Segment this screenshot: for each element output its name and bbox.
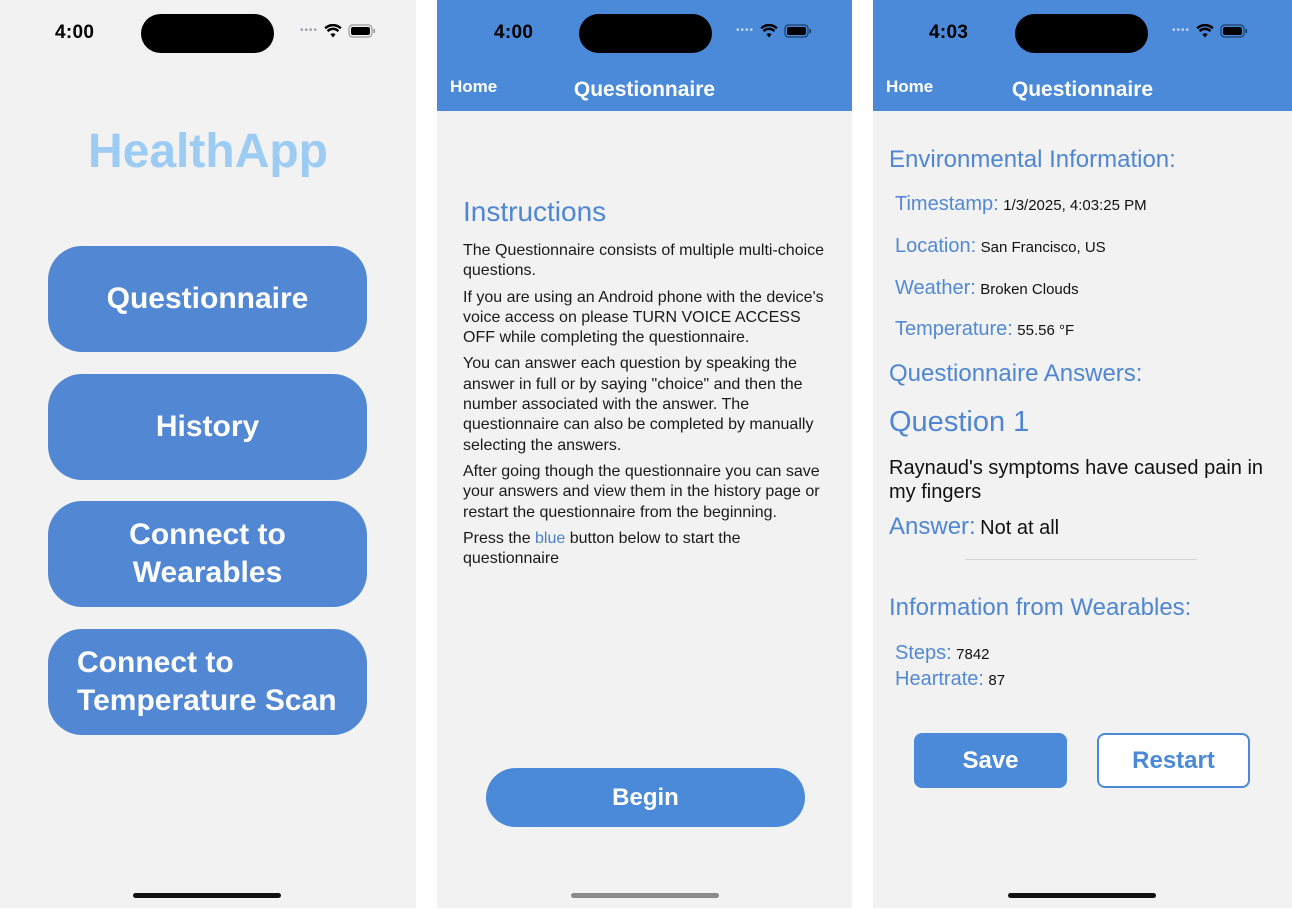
heartrate-value: 87 [988,672,1006,689]
weather-row: Weather: Broken Clouds [895,277,1079,300]
wearables-info-heading: Information from Wearables: [889,594,1192,621]
steps-row: Steps: 7842 [895,642,990,665]
status-time: 4:00 [494,22,534,43]
questionnaire-answers-heading: Questionnaire Answers: [889,360,1143,387]
battery-icon [784,24,812,38]
battery-icon [1220,24,1248,38]
timestamp-row: Timestamp: 1/3/2025, 4:03:25 PM [895,193,1147,216]
temperature-value: 55.56 °F [1017,322,1075,339]
nav-bar: 4:03 •••• Home Questionnaire [873,0,1292,111]
nav-bar: 4:00 •••• Home Questionnaire [437,0,852,111]
timestamp-value: 1/3/2025, 4:03:25 PM [1003,197,1147,214]
home-indicator [1008,893,1156,898]
status-time: 4:03 [929,22,969,43]
signal-dots-icon: •••• [736,25,755,36]
history-button[interactable]: History [48,374,367,480]
weather-label: Weather: [895,277,976,299]
questionnaire-button[interactable]: Questionnaire [48,246,367,352]
heartrate-row: Heartrate: 87 [895,668,1005,691]
divider [965,559,1197,560]
wifi-icon [760,24,778,38]
connect-wearables-button[interactable]: Connect to Wearables [48,501,367,607]
heartrate-label: Heartrate: [895,668,984,690]
status-icons: •••• [1172,24,1248,38]
dynamic-island [579,14,712,53]
results-screen: 4:03 •••• Home Questionnaire Environment… [873,0,1292,908]
app-title: HealthApp [88,125,328,178]
location-label: Location: [895,235,977,257]
weather-value: Broken Clouds [980,281,1079,298]
wifi-icon [324,24,342,38]
environmental-info-heading: Environmental Information: [889,146,1176,173]
instruction-paragraph-start: Press the blue button below to start the… [463,529,833,570]
nav-title: Questionnaire [573,78,716,101]
instruction-paragraph: After going though the questionnaire you… [463,462,820,521]
instructions-title: Instructions [463,196,607,227]
wifi-icon [1196,24,1214,38]
temperature-label: Temperature: [895,318,1013,340]
status-icons: •••• [300,24,376,38]
nav-title: Questionnaire [1011,78,1154,101]
question-title: Question 1 [889,406,1030,438]
status-icons: •••• [736,24,812,38]
instructions-body: The Questionnaire consists of multiple m… [463,241,833,575]
home-indicator [571,893,719,898]
timestamp-label: Timestamp: [895,193,999,215]
instruction-paragraph: If you are using an Android phone with t… [463,288,824,347]
answer-value: Not at all [980,517,1060,539]
location-value: San Francisco, US [980,239,1106,256]
status-time: 4:00 [55,22,95,43]
answer-label: Answer: [889,513,976,540]
location-row: Location: San Francisco, US [895,235,1106,258]
signal-dots-icon: •••• [300,25,319,36]
answer-row: Answer: Not at all [889,513,1059,541]
instructions-screen: 4:00 •••• Home Questionnaire Instruction… [437,0,852,908]
restart-button[interactable]: Restart [1097,733,1250,788]
home-screen: 4:00 •••• HealthApp Questionnaire Histor… [0,0,416,908]
signal-dots-icon: •••• [1172,25,1191,36]
instruction-paragraph: The Questionnaire consists of multiple m… [463,242,825,280]
steps-label: Steps: [895,642,952,664]
instruction-paragraph: You can answer each question by speaking… [463,355,814,454]
steps-value: 7842 [956,646,990,663]
battery-icon [348,24,376,38]
question-text: Raynaud's symptoms have caused pain in m… [889,457,1264,503]
dynamic-island [141,14,274,53]
blue-word: blue [535,529,566,547]
save-button[interactable]: Save [914,733,1067,788]
temperature-row: Temperature: 55.56 °F [895,318,1074,341]
home-indicator [133,893,281,898]
text-segment: Press the [463,529,536,547]
dynamic-island [1015,14,1148,53]
begin-button[interactable]: Begin [486,768,805,827]
connect-temperature-scan-button[interactable]: Connect to Temperature Scan [48,629,367,735]
